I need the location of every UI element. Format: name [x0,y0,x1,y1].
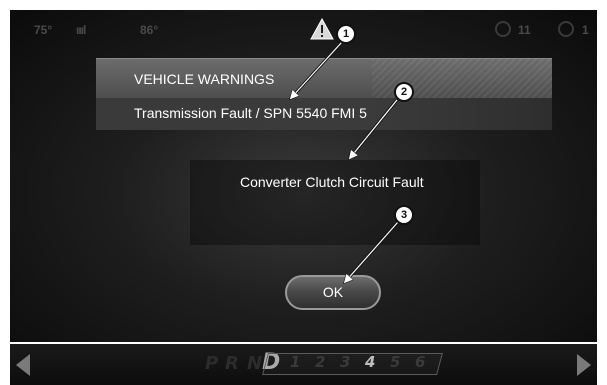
callout-arrow-2 [350,99,398,158]
callout-arrow-3 [345,221,399,282]
callout-arrows [0,40,400,385]
callout-3: 3 [394,205,414,225]
callout-2: 2 [394,82,414,102]
callout-1: 1 [336,24,356,44]
callout-arrow-1 [291,41,343,98]
